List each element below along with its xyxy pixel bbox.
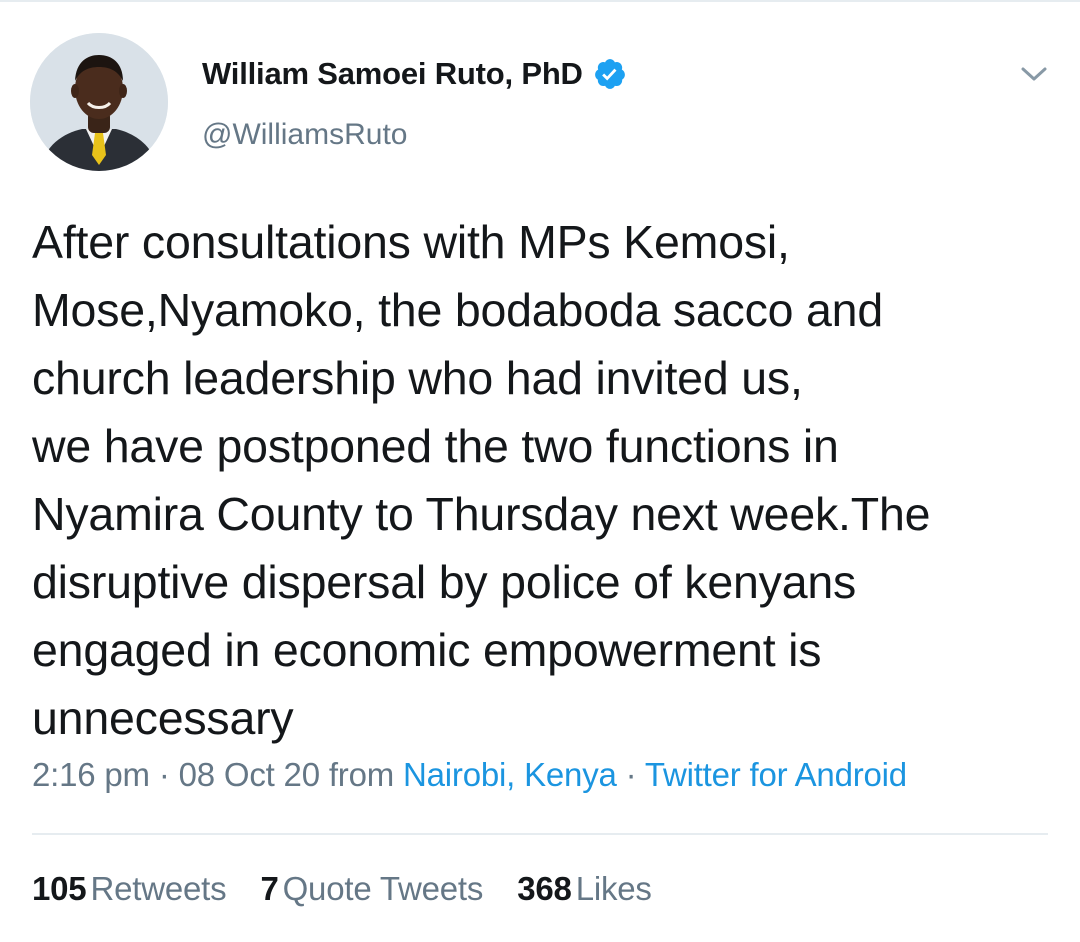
- retweets-count: 105: [32, 870, 87, 907]
- tweet-stats: 105 Retweets 7 Quote Tweets 368 Likes: [32, 870, 686, 908]
- tweet-date[interactable]: 08 Oct 20: [179, 756, 320, 793]
- tweet-detail: William Samoei Ruto, PhD @WilliamsRuto A…: [0, 0, 1080, 942]
- tweet-meta: 2:16 pm · 08 Oct 20 from Nairobi, Kenya …: [32, 756, 907, 794]
- likes-label: Likes: [575, 870, 652, 907]
- quote-tweets-stat[interactable]: 7 Quote Tweets: [260, 870, 483, 908]
- top-divider: [0, 0, 1080, 2]
- meta-separator: ·: [158, 756, 170, 793]
- author-name-row[interactable]: William Samoei Ruto, PhD: [202, 52, 627, 96]
- retweets-label: Retweets: [90, 870, 227, 907]
- tweet-time[interactable]: 2:16 pm: [32, 756, 150, 793]
- divider: [32, 833, 1048, 835]
- avatar-photo: [30, 33, 168, 171]
- display-name[interactable]: William Samoei Ruto, PhD: [202, 56, 583, 92]
- quote-tweets-count: 7: [260, 870, 279, 907]
- retweets-stat[interactable]: 105 Retweets: [32, 870, 227, 908]
- from-label: from: [328, 756, 395, 793]
- verified-badge-icon: [593, 57, 627, 91]
- author-handle[interactable]: @WilliamsRuto: [202, 118, 407, 152]
- source-link[interactable]: Twitter for Android: [645, 756, 907, 793]
- tweet-text: After consultations with MPs Kemosi, Mos…: [32, 216, 931, 744]
- avatar[interactable]: [30, 33, 168, 171]
- location-link[interactable]: Nairobi, Kenya: [403, 756, 617, 793]
- tweet-menu-button[interactable]: [1012, 58, 1056, 90]
- likes-count: 368: [517, 870, 572, 907]
- quote-tweets-label: Quote Tweets: [282, 870, 484, 907]
- meta-separator: ·: [625, 756, 637, 793]
- likes-stat[interactable]: 368 Likes: [517, 870, 652, 908]
- chevron-down-icon: [1021, 67, 1047, 81]
